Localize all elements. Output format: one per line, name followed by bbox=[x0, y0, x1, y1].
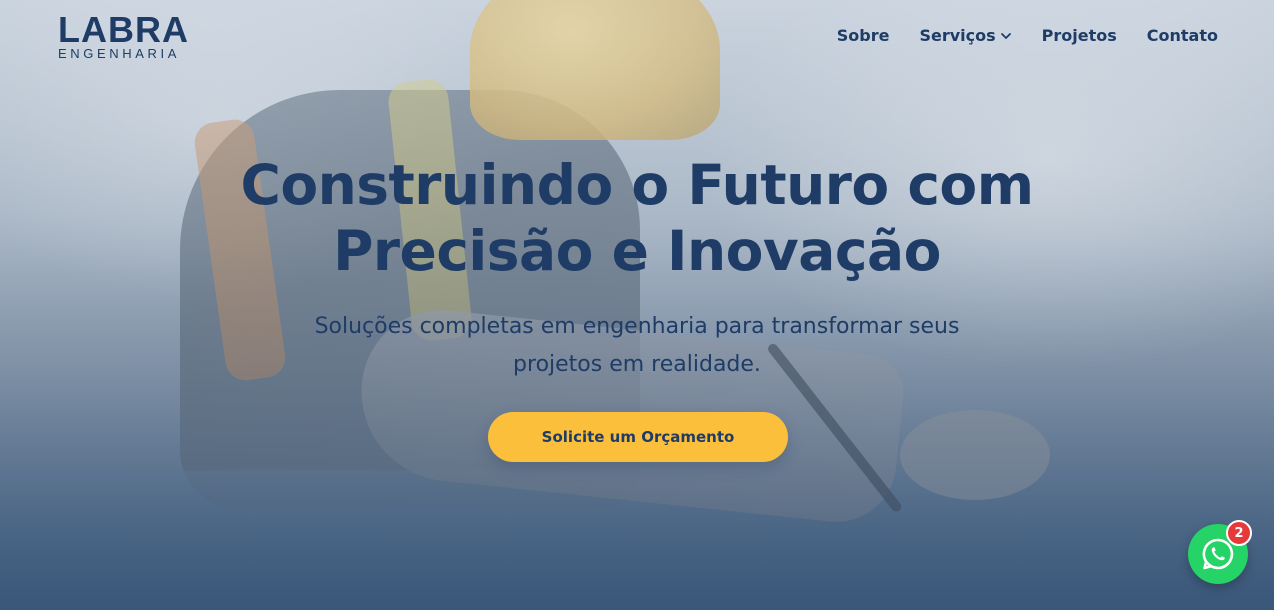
chevron-down-icon bbox=[1000, 32, 1011, 39]
hero-subtitle: Soluções completas em engenharia para tr… bbox=[0, 308, 1274, 384]
nav-item-label: Projetos bbox=[1041, 26, 1117, 45]
nav-item-contato[interactable]: Contato bbox=[1147, 26, 1218, 45]
logo-wordmark: LABRA bbox=[58, 9, 189, 50]
request-quote-button[interactable]: Solicite um Orçamento bbox=[488, 412, 788, 462]
nav-item-sobre[interactable]: Sobre bbox=[837, 26, 890, 45]
nav-item-label: Sobre bbox=[836, 26, 890, 45]
nav-item-label: Contato bbox=[1146, 26, 1218, 45]
hero-title-line: Construindo o Futuro com bbox=[240, 153, 1034, 217]
hero-overlay bbox=[0, 0, 1274, 610]
hero-subtitle-line: Soluções completas em engenharia para tr… bbox=[314, 314, 960, 339]
nav-item-projetos[interactable]: Projetos bbox=[1042, 26, 1117, 45]
hero-subtitle-line: projetos em realidade. bbox=[513, 352, 761, 377]
hero-title: Construindo o Futuro com Precisão e Inov… bbox=[0, 152, 1274, 284]
hero-background-image bbox=[0, 0, 1274, 610]
site-header: LABRA ENGENHARIA Sobre Serviços Projetos… bbox=[0, 0, 1274, 76]
nav-item-servicos[interactable]: Serviços bbox=[919, 26, 1011, 45]
notification-badge: 2 bbox=[1226, 520, 1252, 546]
main-nav: Sobre Serviços Projetos Contato bbox=[837, 26, 1218, 45]
hero-title-line: Precisão e Inovação bbox=[333, 219, 941, 283]
brand-logo[interactable]: LABRA ENGENHARIA bbox=[58, 9, 198, 64]
nav-item-label: Serviços bbox=[919, 26, 996, 45]
